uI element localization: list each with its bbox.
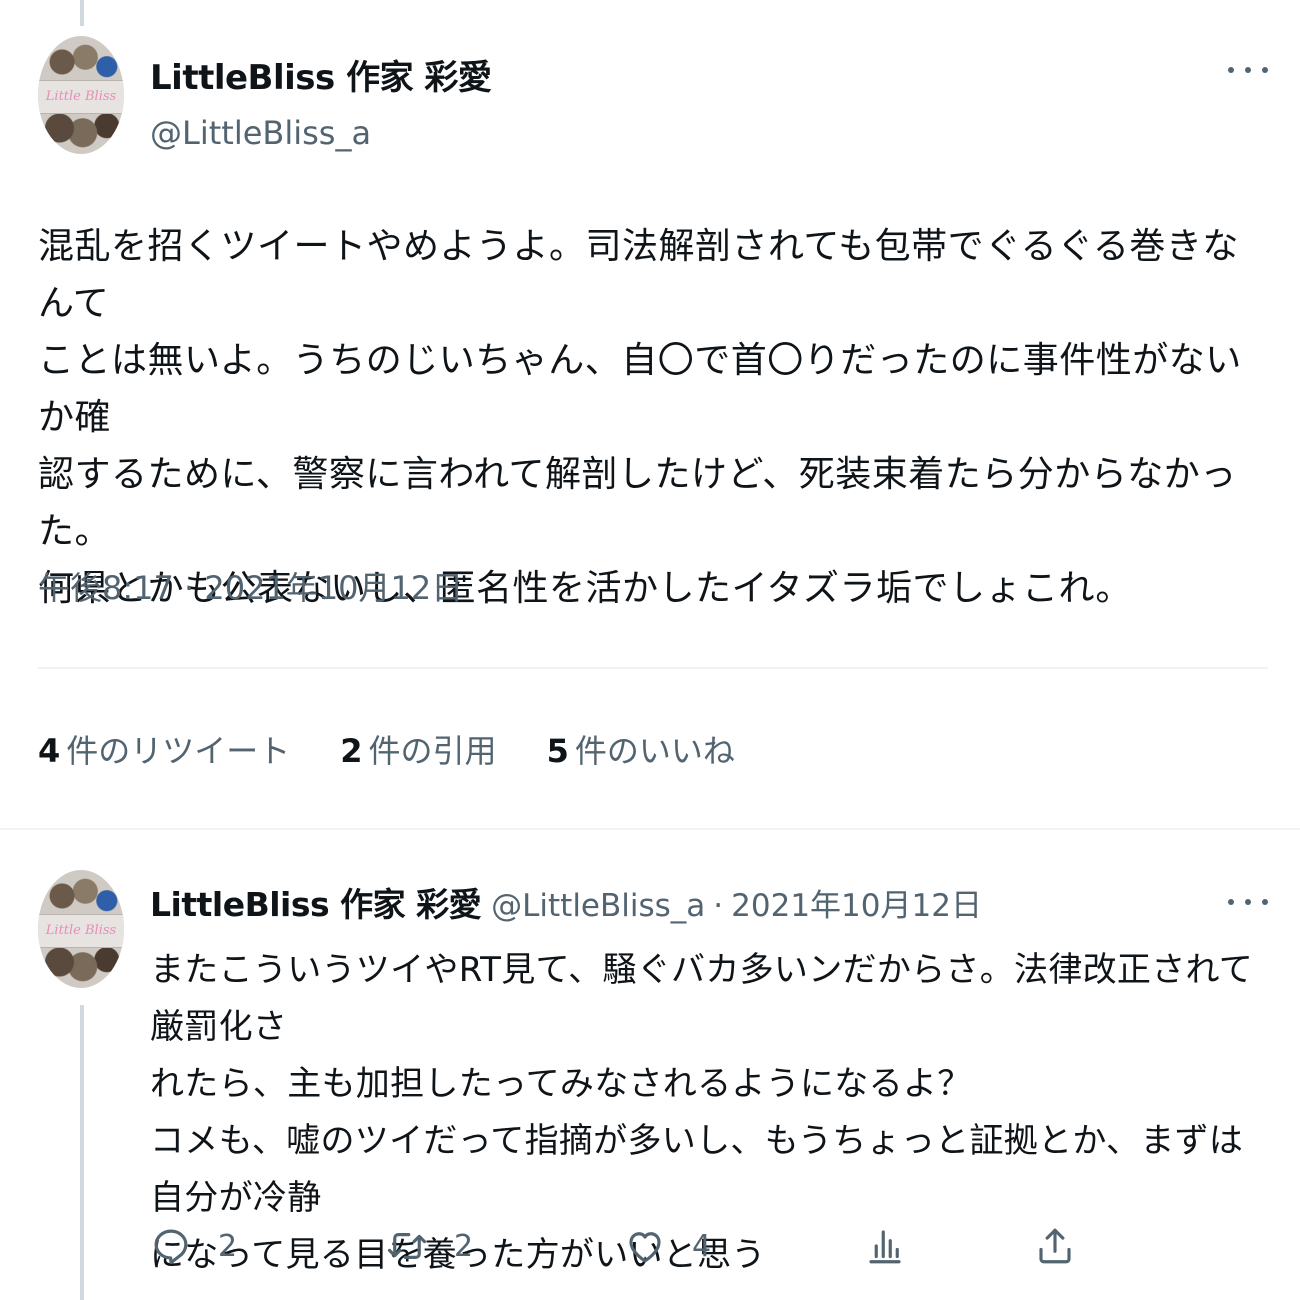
more-options-icon[interactable] bbox=[1228, 890, 1268, 914]
user-handle[interactable]: @LittleBliss_a bbox=[491, 888, 705, 924]
reply-count: 2 bbox=[218, 1228, 238, 1264]
reply-date[interactable]: 2021年10月12日 bbox=[731, 880, 982, 925]
display-name[interactable]: LittleBliss 作家 彩愛 bbox=[150, 50, 492, 99]
separator-dot: · bbox=[713, 888, 724, 924]
tweet-text: 混乱を招くツイートやめようよ。司法解剖されても包帯でぐるぐる巻きなんて ことは無… bbox=[38, 226, 1242, 609]
user-handle[interactable]: @LittleBliss_a bbox=[150, 114, 371, 152]
reply-button[interactable]: 2 bbox=[150, 1218, 237, 1274]
like-button[interactable]: 4 bbox=[624, 1218, 711, 1274]
retweets-label: 件のリツイート bbox=[66, 732, 291, 770]
avatar-logo-text: Little Bliss bbox=[38, 914, 124, 948]
analytics-button[interactable] bbox=[864, 1218, 906, 1274]
likes-stat[interactable]: 5 件のいいね bbox=[547, 726, 735, 772]
thread-connector-top bbox=[80, 0, 84, 26]
quotes-stat[interactable]: 2 件の引用 bbox=[340, 726, 496, 772]
quotes-label: 件の引用 bbox=[368, 732, 497, 770]
divider bbox=[38, 667, 1268, 669]
share-icon bbox=[1039, 1228, 1071, 1264]
more-options-icon[interactable] bbox=[1228, 58, 1268, 82]
action-bar: 2 2 4 bbox=[150, 1218, 1250, 1274]
quotes-count: 2 bbox=[340, 732, 363, 770]
thread-connector bbox=[80, 1005, 84, 1300]
heart-icon bbox=[629, 1232, 661, 1263]
retweet-button[interactable]: 2 bbox=[386, 1218, 473, 1274]
avatar-logo-text: Little Bliss bbox=[38, 80, 124, 114]
divider bbox=[0, 828, 1300, 830]
avatar[interactable]: Little Bliss bbox=[38, 36, 124, 154]
likes-count: 5 bbox=[546, 732, 569, 770]
reply-bubble-icon bbox=[154, 1229, 188, 1265]
display-name[interactable]: LittleBliss 作家 彩愛 bbox=[150, 878, 482, 926]
analytics-icon bbox=[869, 1230, 901, 1264]
retweet-count: 2 bbox=[454, 1228, 474, 1264]
retweet-icon bbox=[387, 1233, 427, 1259]
like-count: 4 bbox=[692, 1228, 712, 1264]
avatar[interactable]: Little Bliss bbox=[38, 870, 124, 988]
reply-header: LittleBliss 作家 彩愛 @LittleBliss_a · 2021年… bbox=[150, 878, 982, 926]
tweet-timestamp[interactable]: 午後8:17 · 2021年10月12日 bbox=[38, 563, 463, 609]
share-button[interactable] bbox=[1034, 1218, 1076, 1274]
retweets-stat[interactable]: 4 件のリツイート bbox=[38, 726, 290, 772]
likes-label: 件のいいね bbox=[574, 732, 735, 770]
tweet-stats: 4 件のリツイート 2 件の引用 5 件のいいね bbox=[38, 726, 735, 772]
retweets-count: 4 bbox=[38, 732, 61, 770]
